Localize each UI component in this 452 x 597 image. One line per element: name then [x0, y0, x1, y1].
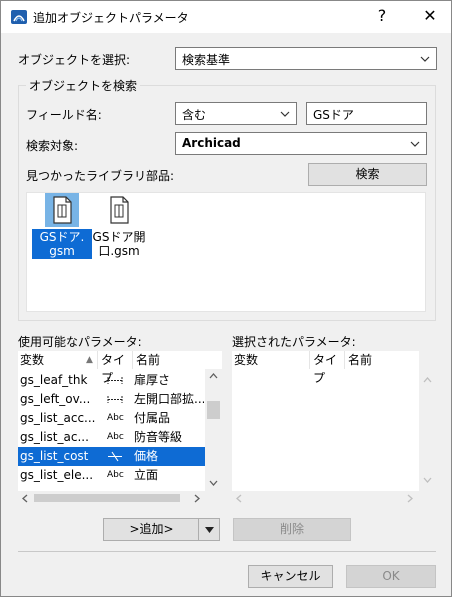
ok-button: OK: [346, 565, 436, 588]
help-button[interactable]: ?: [367, 6, 397, 26]
column-header-variable[interactable]: 変数 ▲: [18, 351, 98, 369]
param-row[interactable]: gs_list_ac... Abc 防音等級: [18, 428, 205, 447]
field-value-input[interactable]: GSドア: [306, 102, 427, 125]
abc-icon: Abc: [107, 432, 124, 442]
selected-params-title: 選択されたパラメータ:: [232, 335, 356, 349]
window-title: 追加オブジェクトパラメータ: [33, 11, 189, 25]
param-variable: gs_list_acc...: [20, 411, 96, 425]
app-icon: [11, 10, 27, 24]
length-icon: [107, 396, 123, 403]
param-row[interactable]: gs_list_ele... Abc 立面: [18, 466, 205, 485]
condition-value: 含む: [182, 108, 207, 122]
param-row[interactable]: gs_list_acc... Abc 付属品: [18, 409, 205, 428]
horizontal-scrollbar: [232, 491, 419, 505]
scroll-up-icon: [423, 377, 432, 383]
param-name: 扉厚さ: [134, 373, 171, 387]
found-part-name-line2: 口.gsm: [98, 244, 140, 258]
found-part-item[interactable]: GSドア. gsm: [32, 193, 92, 259]
scroll-left-icon: [236, 494, 242, 503]
available-params-list: 変数 ▲ タイプ 名前 gs_leaf_thk 扉厚さ gs_left_ov..…: [18, 351, 222, 491]
scroll-left-icon[interactable]: [22, 494, 28, 503]
chevron-down-icon: [280, 111, 290, 117]
param-variable: gs_list_ele...: [20, 468, 94, 482]
column-header-type[interactable]: タイプ: [99, 351, 133, 385]
select-object-dropdown[interactable]: 検索基準: [175, 47, 437, 70]
found-part-item[interactable]: GSドア開 口.gsm: [89, 193, 149, 259]
scroll-up-icon[interactable]: [209, 373, 218, 379]
door-object-icon: [45, 193, 79, 227]
param-name: 価格: [134, 449, 159, 463]
column-header-name[interactable]: 名前: [346, 351, 419, 369]
param-variable: gs_list_ac...: [20, 430, 89, 444]
add-options-dropdown[interactable]: [198, 518, 220, 541]
available-params-title: 使用可能なパラメータ:: [18, 335, 142, 349]
divider: [18, 551, 436, 552]
real-number-icon: [108, 451, 122, 462]
remove-param-button: 削除: [233, 518, 351, 541]
select-object-label: オブジェクトを選択:: [18, 53, 131, 67]
abc-icon: Abc: [107, 413, 124, 423]
scroll-down-icon: [423, 477, 432, 483]
param-name: 左開口部拡...: [134, 392, 204, 406]
chevron-down-icon: [410, 141, 420, 147]
param-variable: gs_leaf_thk: [20, 373, 88, 387]
dialog: 追加オブジェクトパラメータ ? ✕ オブジェクトを選択: 検索基準 オブジェクト…: [0, 0, 452, 597]
add-param-button[interactable]: >追加>: [103, 518, 199, 541]
scroll-thumb[interactable]: [207, 401, 220, 419]
search-button[interactable]: 検索: [308, 163, 427, 186]
door-object-icon: [102, 193, 136, 227]
scroll-right-icon[interactable]: [194, 494, 200, 503]
param-row[interactable]: gs_left_ov... 左開口部拡...: [18, 390, 205, 409]
column-header-name[interactable]: 名前: [134, 351, 205, 369]
search-group-title: オブジェクトを検索: [26, 77, 141, 94]
column-header-label: 変数: [20, 353, 45, 367]
length-icon: [107, 377, 123, 384]
param-name: 防音等級: [134, 430, 183, 444]
abc-icon: Abc: [107, 470, 124, 480]
select-object-value: 検索基準: [182, 53, 231, 67]
caret-down-icon: [205, 527, 214, 533]
param-row-selected[interactable]: gs_list_cost 価格: [18, 447, 205, 466]
found-parts-label: 見つかったライブラリ部品:: [26, 169, 175, 183]
found-part-name-line1: GSドア開: [92, 230, 146, 244]
field-name-label: フィールド名:: [26, 108, 102, 122]
chevron-down-icon: [420, 56, 430, 62]
search-target-value: Archicad: [182, 136, 241, 150]
column-header-type[interactable]: タイプ: [311, 351, 345, 385]
sort-asc-icon: ▲: [86, 355, 93, 365]
scroll-thumb[interactable]: [34, 494, 180, 502]
selected-params-list: 変数 タイプ 名前: [232, 351, 419, 491]
param-name: 立面: [134, 468, 159, 482]
column-header-variable[interactable]: 変数: [232, 351, 310, 369]
vertical-scrollbar: [419, 369, 436, 491]
found-parts-list: GSドア. gsm GSドア開 口.gsm: [26, 192, 426, 312]
vertical-scrollbar[interactable]: [205, 369, 222, 491]
param-variable: gs_list_cost: [20, 449, 89, 463]
found-part-name-line2: gsm: [49, 244, 75, 258]
scroll-down-icon[interactable]: [209, 480, 218, 486]
title-bar: 追加オブジェクトパラメータ ? ✕: [1, 1, 451, 33]
param-name: 付属品: [134, 411, 171, 425]
condition-dropdown[interactable]: 含む: [175, 102, 297, 125]
param-row[interactable]: gs_leaf_thk 扉厚さ: [18, 371, 205, 390]
scroll-right-icon: [407, 494, 413, 503]
search-target-label: 検索対象:: [26, 139, 79, 153]
close-button[interactable]: ✕: [415, 6, 445, 26]
param-variable: gs_left_ov...: [20, 392, 91, 406]
cancel-button[interactable]: キャンセル: [248, 565, 333, 588]
found-part-name-line1: GSドア.: [39, 230, 85, 244]
horizontal-scrollbar[interactable]: [18, 491, 222, 505]
search-target-dropdown[interactable]: Archicad: [175, 132, 427, 155]
